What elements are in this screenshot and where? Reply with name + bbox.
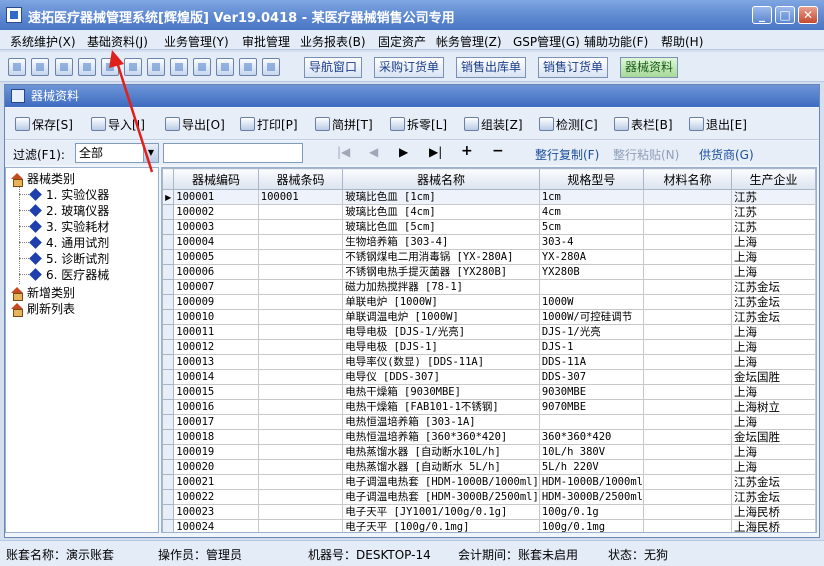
annotation-arrow [109, 50, 154, 173]
